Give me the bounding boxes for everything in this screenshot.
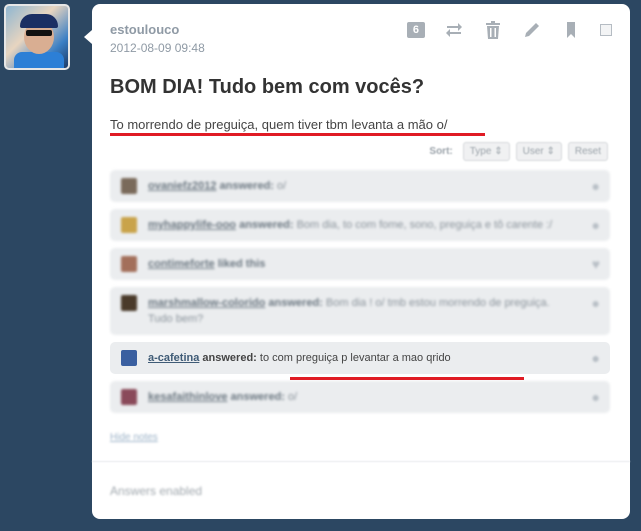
post-timestamp[interactable]: 2012-08-09 09:48: [110, 41, 205, 55]
note-text: o/: [288, 391, 298, 403]
post-title: BOM DIA! Tudo bem com vocês?: [110, 76, 425, 98]
note-action: liked this: [217, 258, 266, 270]
note-action: answered:: [268, 297, 323, 309]
note-text: o/: [277, 180, 287, 192]
note-username[interactable]: kesafaithinlove: [148, 391, 227, 403]
note-action: answered:: [219, 180, 274, 192]
note-username[interactable]: contimeforte: [148, 258, 215, 270]
note-avatar[interactable]: [121, 178, 137, 194]
notes-list: ovaniefz2012 answered: o/ ● myhappylife-…: [110, 170, 610, 420]
red-underline-annotation: [290, 377, 524, 380]
note-item: contimeforte liked this ♥: [110, 248, 610, 280]
user-avatar[interactable]: [4, 4, 70, 70]
note-item: marshmallow-colorido answered: Bom dia !…: [110, 287, 610, 335]
answers-status: Answers enabled: [110, 484, 203, 498]
heart-icon[interactable]: ♥: [592, 256, 600, 272]
note-avatar[interactable]: [121, 350, 137, 366]
note-item: kesafaithinlove answered: o/ ●: [110, 381, 610, 413]
note-avatar[interactable]: [121, 389, 137, 405]
note-text: Bom dia, to com fome, sono, preguiça e t…: [296, 219, 553, 231]
note-avatar[interactable]: [121, 217, 137, 233]
note-item: ovaniefz2012 answered: o/ ●: [110, 170, 610, 202]
delete-icon[interactable]: [483, 20, 503, 40]
post-body: To morrendo de preguiça, quem tiver tbm …: [110, 117, 448, 132]
bulb-icon[interactable]: ●: [592, 295, 600, 311]
notes-count-badge[interactable]: 6: [406, 22, 425, 38]
post-controls: 6: [406, 20, 612, 40]
note-avatar[interactable]: [121, 256, 137, 272]
note-item: myhappylife-ooo answered: Bom dia, to co…: [110, 209, 610, 241]
note-username[interactable]: ovaniefz2012: [148, 180, 216, 192]
note-item-highlighted: a-cafetina answered: to com preguiça p l…: [110, 342, 610, 374]
bulb-icon[interactable]: ●: [592, 217, 600, 233]
bookmark-icon[interactable]: [561, 20, 581, 40]
note-action: answered:: [230, 391, 285, 403]
note-username[interactable]: marshmallow-colorido: [148, 297, 265, 309]
notes-sort-bar: Sort: Type ⇕ User ⇕ Reset: [429, 142, 608, 161]
note-username[interactable]: a-cafetina: [148, 352, 199, 364]
sort-type-button[interactable]: Type ⇕: [462, 142, 510, 161]
note-action: answered:: [202, 352, 257, 364]
post-username[interactable]: estoulouco: [110, 22, 179, 37]
sort-user-button[interactable]: User ⇕: [515, 142, 562, 161]
bulb-icon[interactable]: ●: [592, 178, 600, 194]
edit-icon[interactable]: [522, 20, 542, 40]
divider: [92, 461, 630, 462]
hide-notes-link[interactable]: Hide notes: [110, 432, 158, 443]
post-card: estoulouco 2012-08-09 09:48 6 BOM DIA! T…: [92, 4, 630, 519]
sort-reset-button[interactable]: Reset: [567, 142, 608, 161]
red-underline-annotation: [110, 133, 485, 136]
post-pointer: [84, 30, 92, 44]
note-text: to com preguiça p levantar a mao qrido: [259, 352, 451, 364]
sort-label: Sort:: [429, 146, 453, 157]
note-username[interactable]: myhappylife-ooo: [148, 219, 236, 231]
bulb-icon[interactable]: ●: [592, 389, 600, 405]
bulb-icon[interactable]: ●: [592, 350, 600, 366]
note-action: answered:: [239, 219, 294, 231]
note-avatar[interactable]: [121, 295, 137, 311]
reblog-icon[interactable]: [444, 20, 464, 40]
select-checkbox[interactable]: [600, 24, 612, 36]
